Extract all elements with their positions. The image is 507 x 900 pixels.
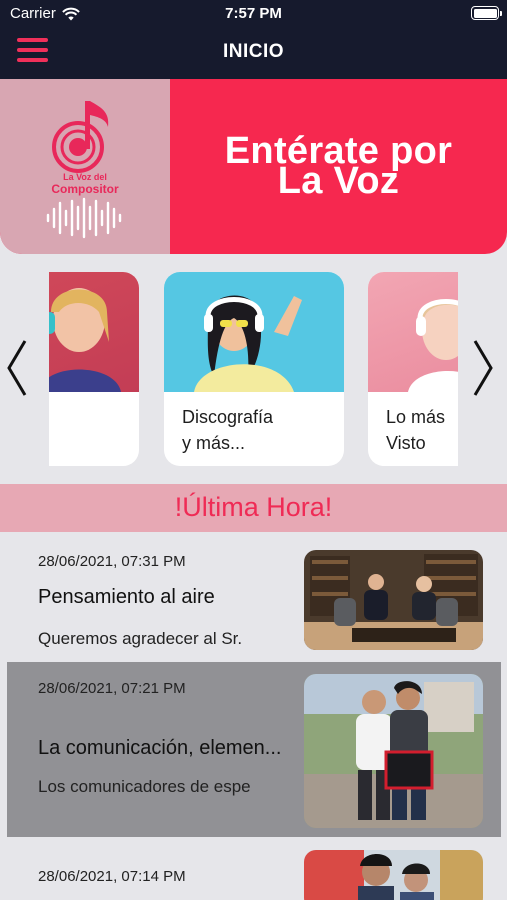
section-title: !Última Hora! [174,492,333,522]
card-image [164,272,344,392]
news-description: Queremos agradecer al Sr. [38,629,243,648]
news-date: 28/06/2021, 07:31 PM [38,553,186,570]
news-date: 28/06/2021, 07:21 PM [38,680,186,697]
music-note-logo-icon [46,101,122,239]
news-title: Pensamiento al aire [38,586,215,608]
hero-headline: Entérate por La Voz [170,132,507,202]
logo-text: Compositor [51,182,119,196]
chevron-left-icon[interactable] [5,339,29,397]
carousel-card[interactable]: ante [49,272,139,466]
hero-logo-panel: La Voz del Compositor [0,79,170,254]
news-row[interactable]: 28/06/2021, 07:31 PM Pensamiento al aire… [0,535,507,665]
hero-banner[interactable]: La Voz del Compositor Entérate por La Vo… [0,79,507,254]
card-image [49,272,139,392]
news-thumbnail [304,550,483,650]
news-title: La comunicación, elemen... [38,737,282,759]
status-bar: Carrier 7:57 PM [0,0,507,28]
carousel-viewport: ante Discografía y más... [49,272,458,466]
news-row-selected[interactable]: 28/06/2021, 07:21 PM La comunicación, el… [7,662,501,837]
news-date: 28/06/2021, 07:14 PM [38,868,186,885]
page-title: INICIO [222,41,285,62]
category-carousel: ante Discografía y más... [0,254,507,484]
carousel-card-most-viewed[interactable]: Lo más Visto [368,272,458,466]
card-image [368,272,458,392]
chevron-right-icon[interactable] [471,339,495,397]
battery-icon [471,6,502,20]
card-label: Lo más Visto [386,407,446,453]
news-description: Los comunicadores de espe [38,777,251,796]
breaking-news-header: !Última Hora! [0,484,507,532]
top-bar: Carrier 7:57 PM INICIO [0,0,507,79]
news-thumbnail [304,674,483,828]
card-label: Discografía y más... [182,407,274,453]
status-time: 7:57 PM [225,5,282,22]
hero-headline-line2: La Voz [277,160,400,202]
news-row[interactable]: 28/06/2021, 07:14 PM [0,840,507,900]
news-thumbnail [304,850,483,900]
carousel-card-discography[interactable]: Discografía y más... [164,272,344,466]
logo-text-small: La Voz del [63,172,107,182]
